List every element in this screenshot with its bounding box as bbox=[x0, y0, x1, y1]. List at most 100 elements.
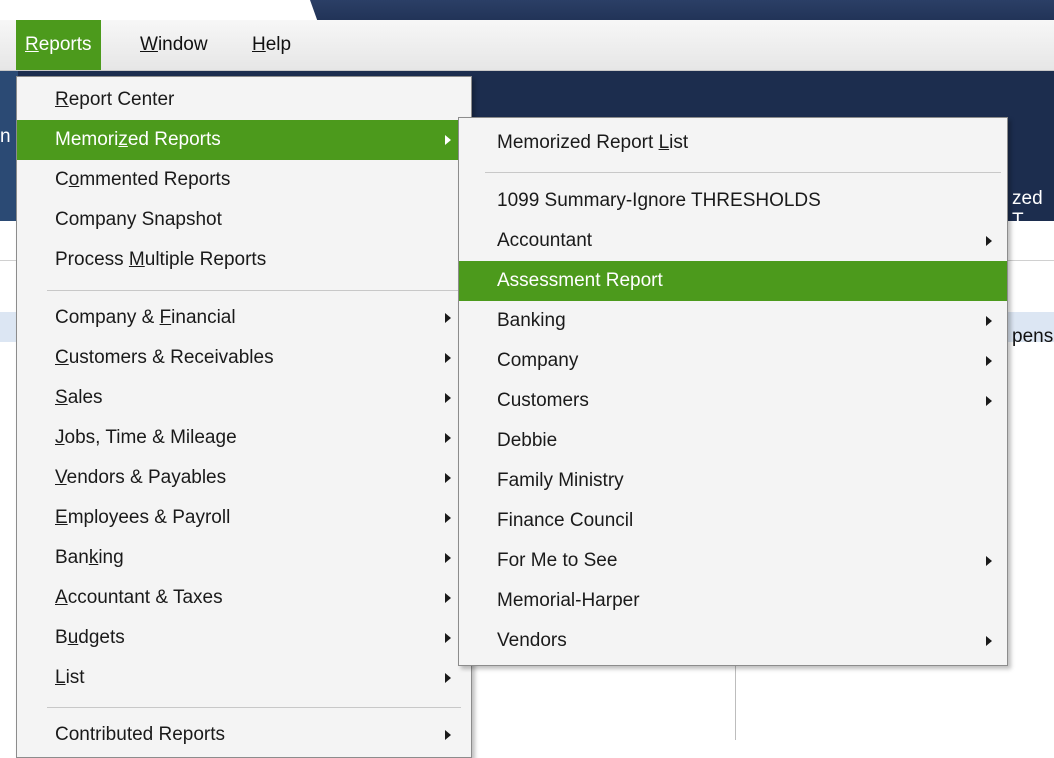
memorized-menu-item-text-pre: Debbie bbox=[497, 430, 558, 451]
reports-menu-item-text-post: ing bbox=[98, 547, 124, 568]
memorized-menu-item-banking[interactable]: Banking bbox=[459, 301, 1007, 341]
reports-menu-item-text-mn: o bbox=[68, 169, 80, 190]
reports-menu-item-accountant-and-taxes[interactable]: Accountant & Taxes bbox=[17, 578, 471, 618]
menu-reports-mnemonic: R bbox=[25, 34, 39, 55]
submenu-arrow-icon bbox=[445, 353, 451, 363]
reports-menu-item-label: Report Center bbox=[55, 80, 174, 120]
reports-menu-item-contributed-reports[interactable]: Contributed Reports bbox=[17, 715, 471, 755]
reports-menu-item-jobs-time-and-mileage[interactable]: Jobs, Time & Mileage bbox=[17, 418, 471, 458]
reports-menu-item-employees-and-payroll[interactable]: Employees & Payroll bbox=[17, 498, 471, 538]
reports-menu-item-text-pre: Memori bbox=[55, 129, 119, 150]
reports-menu-item-text-post: eport Center bbox=[68, 89, 175, 110]
reports-menu-item-text-mn: k bbox=[88, 547, 99, 568]
memorized-menu-item-debbie[interactable]: Debbie bbox=[459, 421, 1007, 461]
reports-menu-item-text-mn: A bbox=[55, 587, 68, 608]
background-peek-column: pens bbox=[1012, 326, 1054, 347]
reports-menu-item-text-post: inancial bbox=[171, 307, 236, 328]
memorized-menu-item-for-me-to-see[interactable]: For Me to See bbox=[459, 541, 1007, 581]
memorized-menu-item-label: Accountant bbox=[497, 221, 592, 261]
submenu-arrow-icon bbox=[986, 356, 992, 366]
menu-separator bbox=[485, 172, 1001, 173]
submenu-arrow-icon bbox=[445, 673, 451, 683]
memorized-menu-item-vendors[interactable]: Vendors bbox=[459, 621, 1007, 661]
reports-menu-item-label: List bbox=[55, 658, 85, 698]
reports-menu-item-report-center[interactable]: Report Center bbox=[17, 80, 471, 120]
memorized-menu-item-assessment-report[interactable]: Assessment Report bbox=[459, 261, 1007, 301]
reports-menu-item-label: Jobs, Time & Mileage bbox=[55, 418, 237, 458]
reports-menu-item-label: Company & Financial bbox=[55, 298, 236, 338]
memorized-menu-item-text-pre: Assessment Report bbox=[497, 270, 663, 291]
reports-menu-item-memorized-reports[interactable]: Memorized Reports bbox=[17, 120, 471, 160]
memorized-menu-item-text-pre: Family Ministry bbox=[497, 470, 624, 491]
reports-menu-item-text-pre: Company Snapshot bbox=[55, 209, 222, 230]
menu-reports[interactable]: Reports bbox=[16, 20, 101, 70]
reports-menu-item-label: Contributed Reports bbox=[55, 715, 225, 755]
menu-separator bbox=[47, 290, 461, 291]
reports-menu-item-text-mn: z bbox=[118, 129, 128, 150]
reports-menu-item-text-post: dgets bbox=[78, 627, 125, 648]
reports-menu-item-company-and-financial[interactable]: Company & Financial bbox=[17, 298, 471, 338]
memorized-menu-item-label: Memorial-Harper bbox=[497, 581, 640, 621]
background-peek-left: n bbox=[0, 126, 11, 147]
memorized-menu-item-text-pre: Company bbox=[497, 350, 579, 371]
menu-window-mnemonic: W bbox=[140, 34, 158, 55]
reports-menu-item-customers-and-receivables[interactable]: Customers & Receivables bbox=[17, 338, 471, 378]
reports-menu-item-label: Banking bbox=[55, 538, 124, 578]
memorized-menu-item-text-pre: Banking bbox=[497, 310, 566, 331]
reports-menu-item-budgets[interactable]: Budgets bbox=[17, 618, 471, 658]
memorized-menu-item-customers[interactable]: Customers bbox=[459, 381, 1007, 421]
reports-menu-item-text-mn: S bbox=[55, 387, 68, 408]
submenu-arrow-icon bbox=[986, 236, 992, 246]
memorized-menu-item-label: Customers bbox=[497, 381, 589, 421]
menu-window[interactable]: Window bbox=[131, 20, 217, 70]
memorized-menu-item-1099-summary-ignore-thresholds[interactable]: 1099 Summary-Ignore THRESHOLDS bbox=[459, 181, 1007, 221]
memorized-menu-item-finance-council[interactable]: Finance Council bbox=[459, 501, 1007, 541]
reports-menu-item-text-mn: R bbox=[55, 89, 69, 110]
reports-menu-item-text-pre: B bbox=[55, 627, 68, 648]
submenu-arrow-icon bbox=[445, 393, 451, 403]
submenu-arrow-icon bbox=[986, 396, 992, 406]
reports-menu-item-text-mn: V bbox=[55, 467, 67, 488]
reports-menu-item-label: Customers & Receivables bbox=[55, 338, 274, 378]
reports-menu-item-label: Sales bbox=[55, 378, 103, 418]
reports-menu-item-text-post: ed Reports bbox=[127, 129, 221, 150]
reports-menu-item-text-mn: F bbox=[159, 307, 172, 328]
submenu-arrow-icon bbox=[445, 730, 451, 740]
reports-menu-item-label: Employees & Payroll bbox=[55, 498, 230, 538]
reports-menu-item-list[interactable]: List bbox=[17, 658, 471, 698]
reports-menu-item-text-post: mmented Reports bbox=[79, 169, 231, 190]
reports-menu-item-vendors-and-payables[interactable]: Vendors & Payables bbox=[17, 458, 471, 498]
menu-help-mnemonic: H bbox=[252, 34, 266, 55]
memorized-menu-item-label: Debbie bbox=[497, 421, 557, 461]
reports-menu-item-text-post: ales bbox=[67, 387, 103, 408]
submenu-arrow-icon bbox=[445, 553, 451, 563]
reports-menu-item-banking[interactable]: Banking bbox=[17, 538, 471, 578]
memorized-menu-item-accountant[interactable]: Accountant bbox=[459, 221, 1007, 261]
memorized-menu-item-company[interactable]: Company bbox=[459, 341, 1007, 381]
reports-menu-item-text-post: ustomers & Receivables bbox=[68, 347, 274, 368]
memorized-menu-item-label: For Me to See bbox=[497, 541, 617, 581]
reports-menu-item-sales[interactable]: Sales bbox=[17, 378, 471, 418]
reports-menu-item-text-post: endors & Payables bbox=[66, 467, 227, 488]
memorized-menu-item-text-post: ist bbox=[669, 132, 689, 153]
reports-menu-item-process-multiple-reports[interactable]: Process Multiple Reports bbox=[17, 240, 471, 280]
memorized-menu-item-text-pre: Memorial-Harper bbox=[497, 590, 640, 611]
submenu-arrow-icon bbox=[445, 433, 451, 443]
memorized-menu-item-memorial-harper[interactable]: Memorial-Harper bbox=[459, 581, 1007, 621]
memorized-menu-item-text-pre: 1099 Summary-Ignore THRESHOLDS bbox=[497, 190, 821, 211]
reports-menu-item-commented-reports[interactable]: Commented Reports bbox=[17, 160, 471, 200]
reports-menu-item-company-snapshot[interactable]: Company Snapshot bbox=[17, 200, 471, 240]
reports-menu-item-text-post: mployees & Payroll bbox=[67, 507, 231, 528]
menu-help[interactable]: Help bbox=[243, 20, 300, 70]
reports-menu-item-text-post: ultiple Reports bbox=[144, 249, 267, 270]
menu-window-label: indow bbox=[157, 34, 208, 55]
reports-menu-item-text-mn: u bbox=[67, 627, 79, 648]
submenu-arrow-icon bbox=[986, 316, 992, 326]
submenu-arrow-icon bbox=[445, 313, 451, 323]
memorized-menu-item-label: Assessment Report bbox=[497, 261, 663, 301]
memorized-menu-item-memorized-report-list[interactable]: Memorized Report List bbox=[459, 123, 1007, 163]
memorized-menu-item-text-pre: For Me to See bbox=[497, 550, 618, 571]
reports-menu-item-label: Vendors & Payables bbox=[55, 458, 226, 498]
reports-menu-item-label: Accountant & Taxes bbox=[55, 578, 223, 618]
memorized-menu-item-family-ministry[interactable]: Family Ministry bbox=[459, 461, 1007, 501]
